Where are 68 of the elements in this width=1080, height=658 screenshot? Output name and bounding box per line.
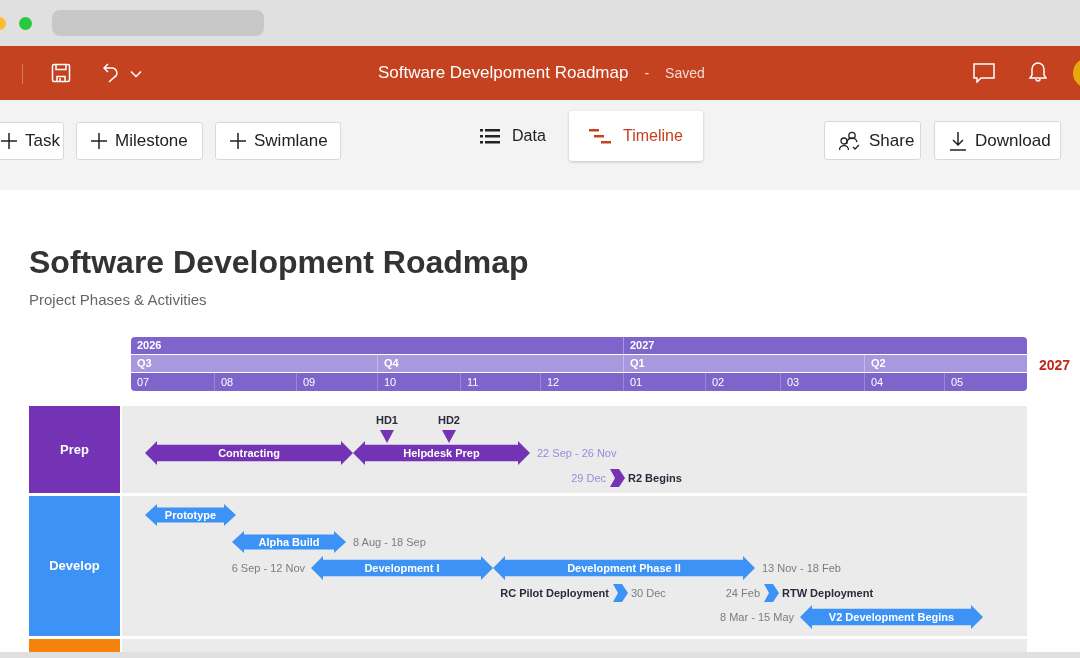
- save-icon[interactable]: [51, 63, 71, 83]
- quarter-cell-text: Q3: [136, 356, 153, 371]
- milestone-label: RTW Deployment: [782, 586, 874, 600]
- date-range: 6 Sep - 12 Nov: [231, 561, 305, 575]
- timeline-icon: [589, 128, 611, 144]
- month-cell: 01: [623, 373, 705, 391]
- milestone-label: R2 Begins: [628, 471, 682, 485]
- month-cell: 05: [944, 373, 1027, 391]
- milestone-label: RC Pilot Deployment: [500, 586, 609, 600]
- caret-icon[interactable]: [130, 70, 142, 78]
- task-bar: Development I: [311, 556, 493, 580]
- page-title: Software Development Roadmap: [29, 243, 529, 282]
- date-range: 22 Sep - 26 Nov: [537, 446, 617, 460]
- action-button[interactable]: Share: [824, 121, 921, 160]
- year-cell-text: 2026: [136, 338, 163, 353]
- milestone-label: HD2: [437, 413, 461, 427]
- quarter-cell: Q1: [623, 355, 864, 372]
- month-cell: 08: [214, 373, 296, 391]
- milestone-date: 29 Dec: [571, 471, 606, 485]
- milestone-label: HD1: [375, 413, 399, 427]
- task-bar: Development Phase II: [493, 556, 755, 580]
- plus-icon: [1, 133, 17, 149]
- chevron-icon: [610, 469, 625, 487]
- view-tab[interactable]: Timeline: [569, 111, 703, 161]
- quarter-cell: Q4: [377, 355, 623, 372]
- month-cell: 12: [540, 373, 623, 391]
- milestone-date: 24 Feb: [725, 586, 760, 600]
- title-separator: -: [644, 63, 650, 83]
- add-button[interactable]: Swimlane: [215, 122, 341, 160]
- undo-icon[interactable]: [103, 63, 121, 83]
- task-bar: Prototype: [145, 504, 236, 526]
- plus-icon: [91, 133, 107, 149]
- list-icon: [480, 128, 500, 144]
- quarter-cell: Q2: [864, 355, 1027, 372]
- add-button[interactable]: Milestone: [76, 122, 203, 160]
- year-label: 2027: [1039, 356, 1071, 375]
- milestone-icon: [442, 430, 456, 443]
- action-button[interactable]: Download: [934, 121, 1061, 160]
- view-tab[interactable]: Data: [480, 111, 546, 161]
- task-bar: Contracting: [145, 441, 353, 465]
- year-cell: 2027: [623, 337, 1027, 354]
- lane-header: Prep: [29, 406, 120, 493]
- chevron-icon: [613, 584, 628, 602]
- month-cell: 04: [864, 373, 944, 391]
- page-subtitle: Project Phases & Activities: [29, 290, 207, 310]
- date-range: 8 Mar - 15 May: [720, 610, 794, 624]
- plus-icon: [230, 133, 246, 149]
- task-bar: V2 Development Begins: [800, 605, 983, 629]
- add-button[interactable]: Task: [0, 122, 64, 160]
- month-cell-text: 07: [136, 375, 151, 390]
- date-range: 13 Nov - 18 Feb: [762, 561, 841, 575]
- document-title: Software Develpoment Roadmap: [378, 62, 629, 85]
- task-bar: Alpha Build: [232, 531, 346, 553]
- month-cell: 11: [460, 373, 540, 391]
- comment-icon[interactable]: [973, 63, 995, 83]
- save-status: Saved: [665, 63, 705, 83]
- bell-icon[interactable]: [1029, 62, 1047, 83]
- milestone-icon: [380, 430, 394, 443]
- download-icon: [949, 130, 967, 151]
- chevron-icon: [764, 584, 779, 602]
- date-range: 8 Aug - 18 Sep: [353, 535, 426, 549]
- month-cell: 03: [780, 373, 864, 391]
- month-cell: 02: [705, 373, 780, 391]
- month-cell: 10: [377, 373, 460, 391]
- lane-header: Develop: [29, 496, 120, 636]
- people-icon: [839, 130, 861, 151]
- month-cell: 09: [296, 373, 377, 391]
- milestone-date: 30 Dec: [631, 586, 666, 600]
